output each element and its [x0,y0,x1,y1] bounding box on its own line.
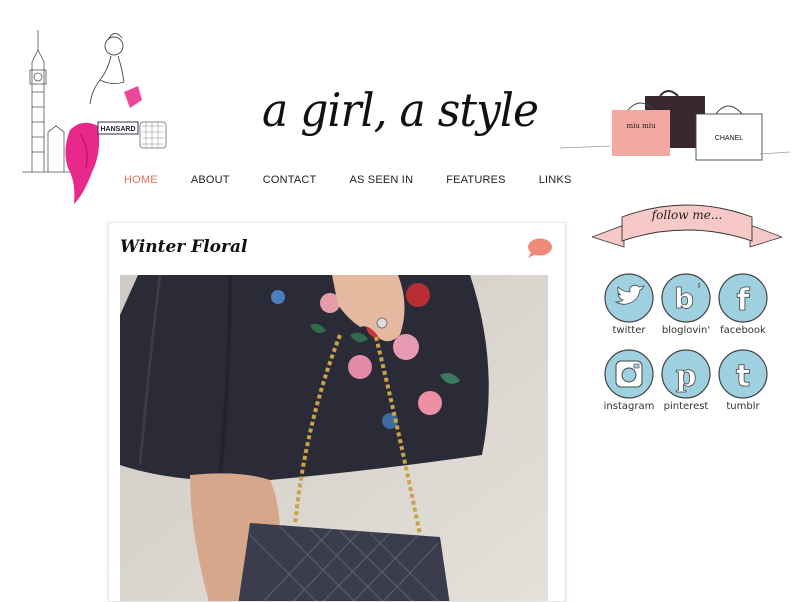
svg-text:p: p [676,359,697,394]
pinterest-label: pinterest [663,401,709,412]
social-pinterest[interactable]: p pinterest [659,348,713,412]
facebook-icon: f [718,273,768,323]
svg-text:b: b [674,282,694,315]
nav-as-seen-in[interactable]: AS SEEN IN [349,170,413,190]
chanel-bag-text: CHANEL [715,135,744,142]
logo-text: a girl, a style [262,84,539,138]
instagram-label: instagram [603,401,655,412]
nav-features[interactable]: FEATURES [446,170,505,190]
header-illustration-right: miu miu CHANEL [560,90,790,161]
twitter-icon [604,273,654,323]
tumblr-label: tumblr [726,401,760,412]
instagram-icon [604,349,654,399]
follow-me-text: follow me... [651,208,723,222]
bloglovin-icon: b ' [661,273,711,323]
nav-home[interactable]: HOME [124,170,158,190]
post-photo[interactable] [120,275,548,602]
social-tumblr[interactable]: t tumblr [716,348,770,412]
svg-text:t: t [736,359,750,394]
svg-text:': ' [697,282,701,298]
nav-contact[interactable]: CONTACT [263,170,317,190]
pinterest-icon: p [661,349,711,399]
main-nav: HOME ABOUT CONTACT AS SEEN IN FEATURES L… [110,170,604,190]
twitter-label: twitter [612,325,646,336]
site-header: HANSARD a girl, a style miu miu CHANEL H… [0,0,800,210]
post-title[interactable]: Winter Floral [120,237,247,257]
social-instagram[interactable]: instagram [602,348,656,412]
follow-me-banner: follow me... [592,204,782,248]
hansard-sign-text: HANSARD [101,126,136,133]
svg-text:f: f [736,283,750,318]
social-facebook[interactable]: f facebook [716,272,770,336]
site-logo[interactable]: a girl, a style [262,84,539,154]
social-twitter[interactable]: twitter [602,272,656,336]
facebook-label: facebook [720,325,766,336]
social-bloglovin[interactable]: b ' bloglovin' [659,272,713,336]
blog-post: Winter Floral [108,222,566,602]
nav-about[interactable]: ABOUT [191,170,230,190]
nav-links[interactable]: LINKS [539,170,572,190]
miumiu-bag-text: miu miu [627,122,656,130]
bloglovin-label: bloglovin' [661,325,711,336]
tumblr-icon: t [718,349,768,399]
comment-icon[interactable] [525,237,553,259]
